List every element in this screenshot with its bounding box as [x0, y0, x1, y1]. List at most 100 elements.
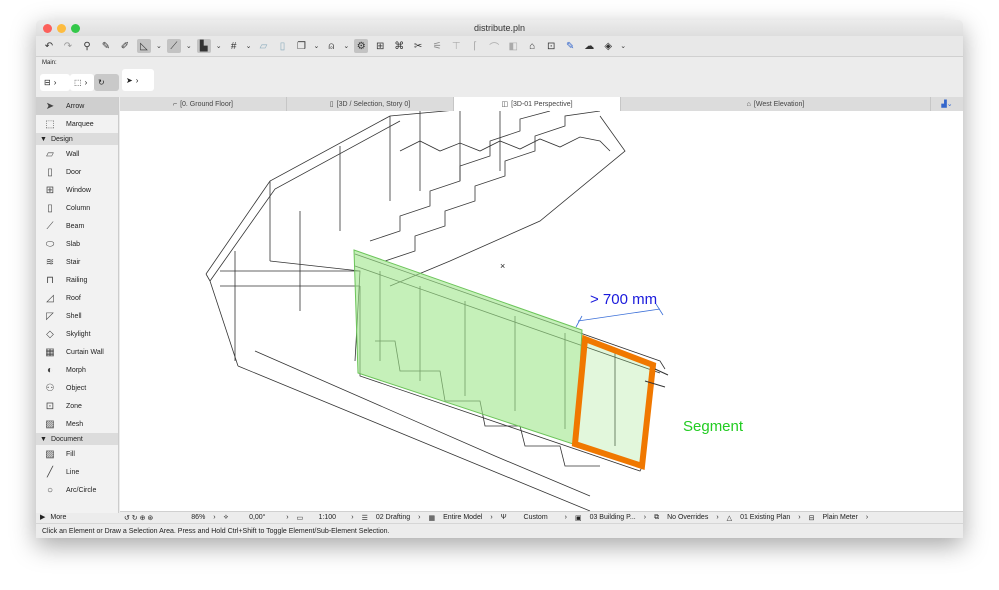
- selection-method-button[interactable]: ⬚ ›: [70, 74, 94, 91]
- paint-icon[interactable]: ✎: [563, 39, 577, 53]
- tab-label: [West Elevation]: [753, 100, 805, 108]
- corner-icon[interactable]: ⌈: [468, 39, 482, 53]
- undo-icon[interactable]: ↶: [42, 39, 56, 53]
- tool-object[interactable]: ⚇ Object: [36, 379, 118, 397]
- grid-snap-icon[interactable]: ▙: [196, 39, 211, 53]
- tool-line[interactable]: ╱ Line: [36, 463, 118, 481]
- tool-skylight[interactable]: ◇ Skylight: [36, 325, 118, 343]
- scissors-icon[interactable]: ✂: [411, 39, 425, 53]
- stair-model: > 700 mm Segment ×: [205, 111, 744, 511]
- suspend-groups-icon[interactable]: ⚙: [354, 39, 369, 53]
- scale-value[interactable]: 1:100: [307, 514, 347, 521]
- object-icon: ⚇: [45, 382, 55, 394]
- pen-set[interactable]: Custom: [511, 514, 561, 521]
- zoom-level[interactable]: 86%: [157, 514, 209, 521]
- document-group-header[interactable]: ▼ Document: [36, 433, 118, 445]
- layer-combination[interactable]: 02 Drafting: [372, 514, 414, 521]
- tool-label: Mesh: [66, 420, 84, 428]
- origin-marker: ×: [500, 261, 505, 271]
- title-bar: distribute.pln: [36, 20, 963, 36]
- tool-door[interactable]: ▯ Door: [36, 163, 118, 181]
- group-label: Document: [50, 435, 83, 443]
- tool-railing[interactable]: ⊓ Railing: [36, 271, 118, 289]
- tool-fill[interactable]: ▨ Fill: [36, 445, 118, 463]
- tool-label: Object: [66, 384, 87, 392]
- snap-guides-icon[interactable]: ⟋: [166, 39, 181, 53]
- view-tabs: ⌐ [0. Ground Floor] ▯ [3D / Selection, Sto…: [120, 97, 963, 111]
- highlighted-stair-run[interactable]: [353, 249, 583, 446]
- rectangle-select-icon: ⬚: [74, 78, 82, 87]
- guide-lines-icon[interactable]: ◺: [137, 39, 151, 53]
- roof-icon[interactable]: ⌂: [525, 39, 539, 53]
- angle-value[interactable]: 0,00°: [232, 514, 282, 521]
- tool-slab[interactable]: ⬭ Slab: [36, 235, 118, 253]
- tool-column[interactable]: ▯ Column: [36, 199, 118, 217]
- tool-window[interactable]: ⊞ Window: [36, 181, 118, 199]
- model-view[interactable]: Entire Model: [439, 514, 486, 521]
- building-icon: ▣: [574, 514, 582, 522]
- tool-roof[interactable]: ◿ Roof: [36, 289, 118, 307]
- tool-arrow[interactable]: ➤ Arrow: [36, 97, 118, 115]
- design-group-header[interactable]: ▼ Design: [36, 133, 118, 145]
- tool-zone[interactable]: ⊡ Zone: [36, 397, 118, 415]
- dimension-icon[interactable]: ⊞: [373, 39, 387, 53]
- arrow-icon: ➤: [45, 100, 55, 112]
- tab-label: [3D-01 Perspective]: [511, 100, 573, 108]
- tool-stair[interactable]: ≋ Stair: [36, 253, 118, 271]
- syringe-icon[interactable]: ✐: [118, 39, 132, 53]
- 3d-viewport[interactable]: > 700 mm Segment ×: [120, 111, 963, 511]
- pointer-mode-button[interactable]: ➤ ›: [122, 69, 154, 91]
- tool-mesh[interactable]: ▨ Mesh: [36, 415, 118, 433]
- wall-icon: ▱: [46, 148, 54, 160]
- tool-curtain-wall[interactable]: ▦ Curtain Wall: [36, 343, 118, 361]
- app-window: distribute.pln ↶ ↷ ⚲ ✎ ✐ ◺ ⌄ ⟋ ⌄ ▙ ⌄ # ⌄ ▱ ▯…: [36, 20, 963, 538]
- magic-wand-icon[interactable]: ⚟: [430, 39, 444, 53]
- trim-icon[interactable]: ⌘: [392, 39, 406, 53]
- tab-west-elevation[interactable]: ⌂ [West Elevation]: [621, 97, 931, 111]
- dimension-standard[interactable]: Plain Meter: [818, 514, 861, 521]
- 3d-icon: ▯: [329, 101, 334, 108]
- eyedropper-icon[interactable]: ✎: [99, 39, 113, 53]
- graphic-overrides[interactable]: No Overrides: [663, 514, 712, 521]
- render-icon[interactable]: ◈: [601, 39, 615, 53]
- tool-label: Arrow: [66, 102, 85, 110]
- selected-segment[interactable]: [571, 334, 657, 471]
- split-icon[interactable]: ◧: [506, 39, 520, 53]
- tool-label: Arc/Circle: [66, 486, 97, 494]
- explode-icon[interactable]: ⊡: [544, 39, 558, 53]
- cloud-icon[interactable]: ☁: [582, 39, 596, 53]
- layers-icon[interactable]: ❐: [295, 39, 309, 53]
- find-select-icon[interactable]: ⚲: [80, 39, 94, 53]
- elevate-icon[interactable]: ⊤: [449, 39, 463, 53]
- tool-wall[interactable]: ▱ Wall: [36, 145, 118, 163]
- group-label: Design: [50, 135, 73, 143]
- grid-icon[interactable]: #: [227, 39, 241, 53]
- tool-arc-circle[interactable]: ○ Arc/Circle: [36, 481, 118, 499]
- redo-icon[interactable]: ↷: [61, 39, 75, 53]
- tool-label: Railing: [66, 276, 88, 284]
- wall-plane-icon[interactable]: ▯: [276, 39, 290, 53]
- renovation-filter[interactable]: 01 Existing Plan: [736, 514, 794, 521]
- building-material[interactable]: 03 Building P...: [586, 514, 640, 521]
- tool-shell[interactable]: ◸ Shell: [36, 307, 118, 325]
- rotate-button[interactable]: ↻: [94, 74, 119, 91]
- disclosure-icon: ▼: [40, 435, 47, 443]
- tool-marquee[interactable]: ⬚ Marquee: [36, 115, 118, 133]
- tool-label: Beam: [66, 222, 85, 230]
- door-icon: ▯: [47, 166, 53, 178]
- plane-icon[interactable]: ▱: [257, 39, 271, 53]
- rotate-icon: ↻: [98, 78, 105, 87]
- navigator-button[interactable]: ▟⌄: [931, 97, 963, 111]
- lock-icon[interactable]: ⍝: [324, 39, 338, 53]
- tool-morph[interactable]: ◐ Morph: [36, 361, 118, 379]
- disclosure-icon: ▼: [40, 135, 47, 143]
- zoom-controls[interactable]: ↺ ↻ ⊕ ⊛: [120, 514, 157, 522]
- more-tools[interactable]: ▶ More: [36, 511, 119, 523]
- tab-3d-perspective[interactable]: ◫ [3D-01 Perspective]: [454, 97, 621, 111]
- tab-3d-selection[interactable]: ▯ [3D / Selection, Story 0]: [287, 97, 454, 111]
- tool-beam[interactable]: ⟋ Beam: [36, 217, 118, 235]
- fillet-icon[interactable]: ⌒: [487, 39, 501, 54]
- tab-ground-floor[interactable]: ⌐ [0. Ground Floor]: [120, 97, 287, 111]
- fill-icon: ▨: [45, 448, 55, 460]
- geometry-method-button[interactable]: ⊟ ›: [40, 74, 70, 91]
